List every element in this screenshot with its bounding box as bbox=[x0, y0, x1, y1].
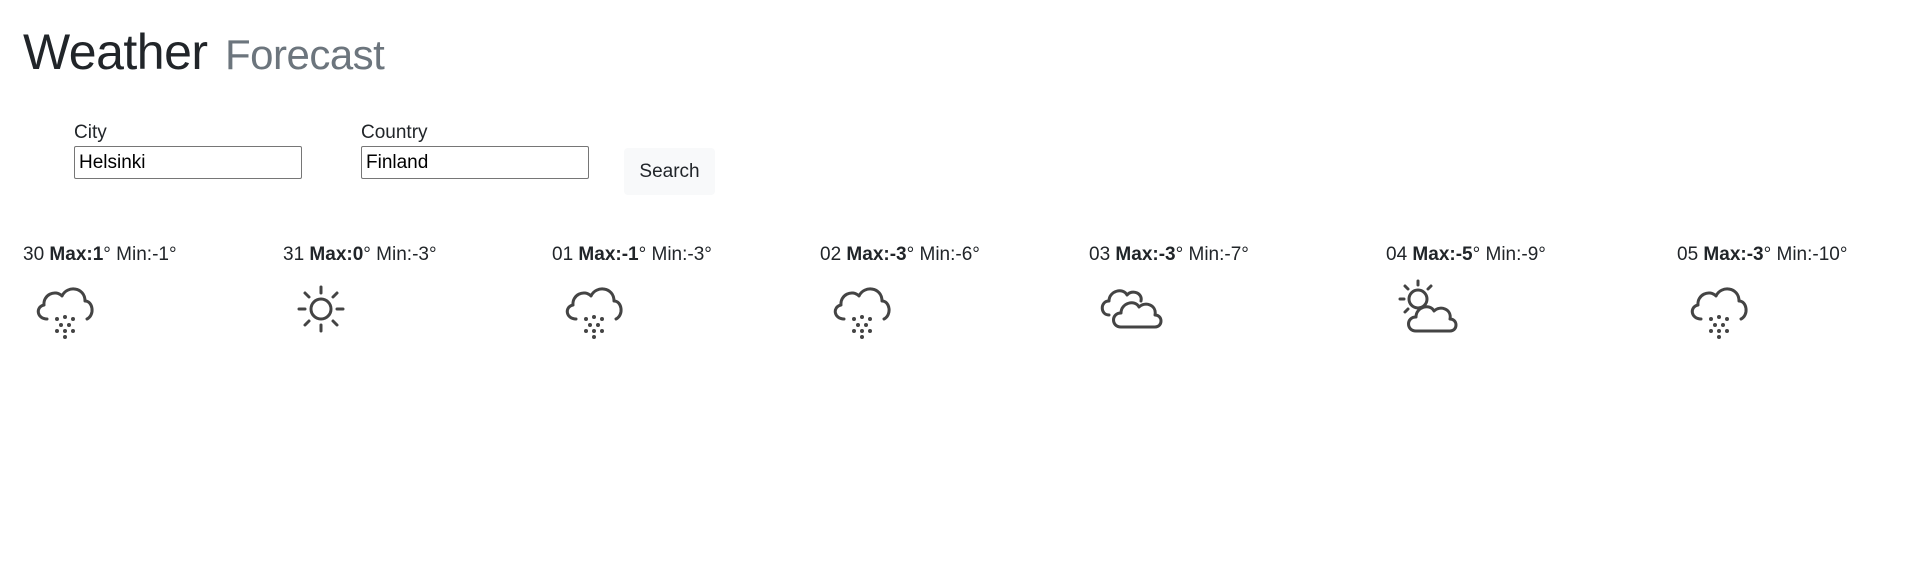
day-max: Max:-1 bbox=[578, 244, 639, 265]
day-min: Min:-3° bbox=[651, 244, 712, 265]
forecast-day: 30 Max:1° Min:-1° bbox=[23, 243, 177, 339]
day-max-deg: ° bbox=[1472, 244, 1481, 265]
day-min: Min:-9° bbox=[1485, 244, 1546, 265]
day-max: Max:0 bbox=[309, 244, 364, 265]
day-min: Min:-3° bbox=[376, 244, 437, 265]
city-field: City bbox=[74, 122, 302, 179]
country-field: Country bbox=[361, 122, 589, 179]
day-max-deg: ° bbox=[1763, 244, 1772, 265]
forecast-day: 03 Max:-3° Min:-7° bbox=[1089, 243, 1249, 339]
day-date: 01 bbox=[552, 244, 574, 265]
title-sub: Forecast bbox=[224, 31, 385, 78]
city-input[interactable] bbox=[74, 146, 302, 179]
day-max-deg: ° bbox=[363, 244, 371, 265]
day-min: Min:-10° bbox=[1776, 244, 1848, 265]
country-input[interactable] bbox=[361, 146, 589, 179]
city-label: City bbox=[74, 122, 107, 143]
forecast-day: 31 Max:0° Min:-3° bbox=[283, 243, 437, 339]
country-label: Country bbox=[361, 122, 428, 143]
forecast-day: 02 Max:-3° Min:-6° bbox=[820, 243, 980, 339]
day-max-deg: ° bbox=[103, 244, 111, 265]
day-date: 02 bbox=[820, 244, 842, 265]
day-max: Max:1 bbox=[49, 244, 104, 265]
forecast-day: 01 Max:-1° Min:-3° bbox=[552, 243, 712, 339]
cloudy-icon bbox=[1097, 279, 1165, 339]
weather-page: Weather Forecast City Country Search 30 … bbox=[0, 0, 1917, 587]
day-date: 30 bbox=[23, 244, 45, 265]
day-date: 31 bbox=[283, 244, 305, 265]
snow-icon bbox=[31, 279, 99, 339]
page-title: Weather Forecast bbox=[23, 22, 385, 85]
search-button[interactable]: Search bbox=[624, 148, 715, 195]
day-date: 04 bbox=[1386, 244, 1408, 265]
day-max: Max:-5 bbox=[1412, 244, 1473, 265]
day-min: Min:-1° bbox=[116, 244, 177, 265]
sun-icon bbox=[291, 279, 359, 339]
day-max-deg: ° bbox=[906, 244, 915, 265]
day-max-deg: ° bbox=[1175, 244, 1184, 265]
day-max-deg: ° bbox=[638, 244, 647, 265]
day-max: Max:-3 bbox=[1703, 244, 1764, 265]
day-min: Min:-6° bbox=[919, 244, 980, 265]
snow-icon bbox=[1685, 279, 1753, 339]
day-date: 05 bbox=[1677, 244, 1699, 265]
forecast-day: 05 Max:-3° Min:-10° bbox=[1677, 243, 1847, 339]
day-date: 03 bbox=[1089, 244, 1111, 265]
snow-icon bbox=[560, 279, 628, 339]
day-max: Max:-3 bbox=[846, 244, 907, 265]
snow-icon bbox=[828, 279, 896, 339]
day-min: Min:-7° bbox=[1188, 244, 1249, 265]
forecast-day: 04 Max:-5° Min:-9° bbox=[1386, 243, 1546, 339]
title-main: Weather bbox=[23, 24, 208, 80]
day-max: Max:-3 bbox=[1115, 244, 1176, 265]
partly-cloudy-icon bbox=[1394, 279, 1462, 339]
